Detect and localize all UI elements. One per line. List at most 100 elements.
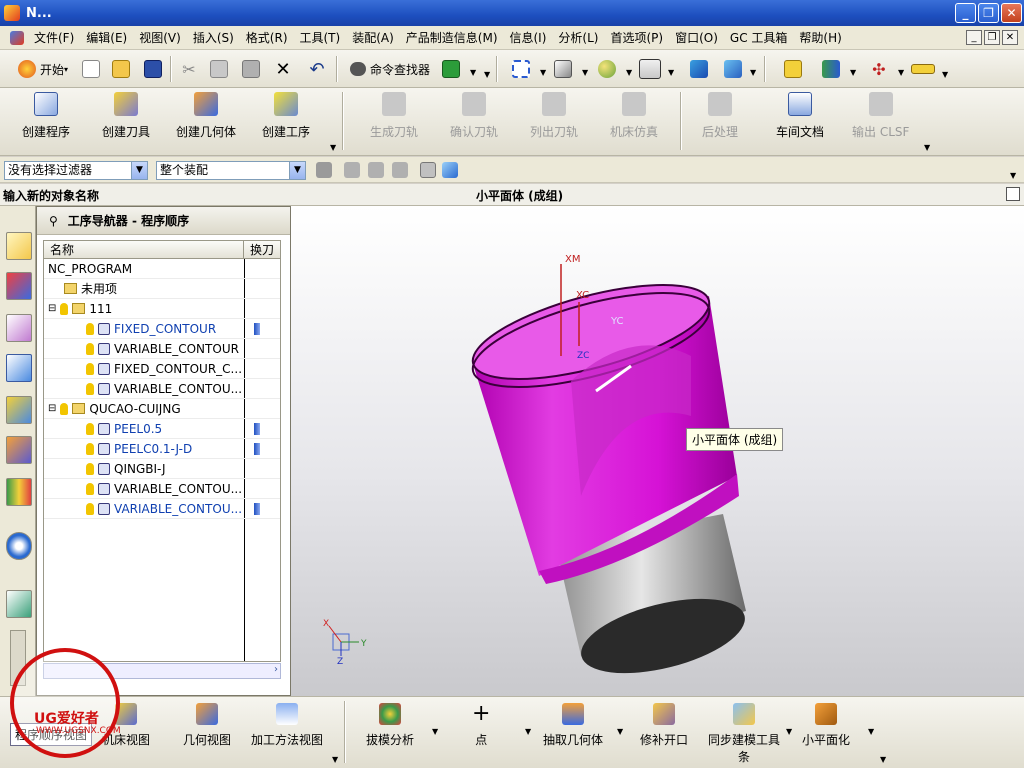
tree-row-operation[interactable]: VARIABLE_CONTOU... xyxy=(44,479,280,499)
tree-row-operation[interactable]: FIXED_CONTOUR_C... xyxy=(44,359,280,379)
tree-row-operation[interactable]: PEELC0.1-J-D xyxy=(44,439,280,459)
assembly-navigator-tab[interactable] xyxy=(6,232,32,260)
chevron-down-icon[interactable]: ▼ xyxy=(668,68,674,77)
chevron-down-icon[interactable]: ▼ xyxy=(898,68,904,77)
point-button[interactable]: + 点 xyxy=(472,703,490,748)
chevron-down-icon[interactable]: ▼ xyxy=(924,143,930,152)
shop-doc-button[interactable]: 车间文档 xyxy=(776,92,824,150)
cut-button[interactable]: ✂ xyxy=(178,57,200,81)
restore-button[interactable]: ❐ xyxy=(978,3,999,23)
background-button[interactable] xyxy=(638,57,662,81)
chevron-down-icon[interactable]: ▼ xyxy=(942,70,948,79)
draft-analysis-button[interactable]: 拔模分析 xyxy=(366,703,414,748)
render-style-button[interactable] xyxy=(552,57,574,81)
undo-button[interactable]: ↶ xyxy=(306,57,328,81)
output-clsf-button[interactable]: 输出 CLSF xyxy=(852,92,909,150)
verify-path-button[interactable]: 确认刀轨 xyxy=(450,92,498,150)
pin-icon[interactable]: ⚲ xyxy=(49,214,58,228)
tree-row-nc-program[interactable]: NC_PROGRAM xyxy=(44,259,280,279)
tree-row-operation[interactable]: VARIABLE_CONTOU... xyxy=(44,499,280,519)
history-tab[interactable] xyxy=(6,478,32,506)
method-view-button[interactable]: 加工方法视图 xyxy=(251,703,323,748)
info-icon[interactable] xyxy=(6,532,32,560)
body-select-icon[interactable] xyxy=(442,162,458,178)
machine-sim-button[interactable]: 机床仿真 xyxy=(610,92,658,150)
tree-row-operation[interactable]: VARIABLE_CONTOU... xyxy=(44,379,280,399)
refresh-button[interactable] xyxy=(440,57,462,81)
menu-window[interactable]: 窗口(O) xyxy=(669,29,724,46)
orient-view-button[interactable] xyxy=(688,57,710,81)
filter-options-icon[interactable] xyxy=(316,162,332,178)
chevron-down-icon[interactable]: ▼ xyxy=(332,755,338,764)
chevron-down-icon[interactable]: ▼ xyxy=(330,143,336,152)
chevron-down-icon[interactable]: ▼ xyxy=(880,755,886,764)
fit-view-button[interactable] xyxy=(510,57,532,81)
doc-minimize-button[interactable]: _ xyxy=(966,30,982,45)
copy-button[interactable] xyxy=(208,57,230,81)
create-program-button[interactable]: 创建程序 xyxy=(22,92,70,150)
paste-button[interactable] xyxy=(240,57,262,81)
snap-end-icon[interactable] xyxy=(368,162,384,178)
part-navigator-tab[interactable] xyxy=(6,314,32,342)
tree-row-program-group[interactable]: ⊟ QUCAO-CUIJNG xyxy=(44,399,280,419)
tree-row-operation[interactable]: QINGBI-J xyxy=(44,459,280,479)
column-header-tool-change[interactable]: 换刀 xyxy=(244,241,280,258)
menu-format[interactable]: 格式(R) xyxy=(240,29,294,46)
new-button[interactable] xyxy=(80,57,102,81)
create-operation-button[interactable]: 创建工序 xyxy=(262,92,310,150)
doc-close-button[interactable]: ✕ xyxy=(1002,30,1018,45)
start-button[interactable]: 开始 ▾ xyxy=(8,57,78,81)
chevron-down-icon[interactable]: ▼ xyxy=(540,68,546,77)
tree-row-operation[interactable]: FIXED_CONTOUR xyxy=(44,319,280,339)
chevron-down-icon[interactable]: ▼ xyxy=(626,68,632,77)
menu-tools[interactable]: 工具(T) xyxy=(294,29,347,46)
extract-geometry-button[interactable]: 抽取几何体 xyxy=(543,703,603,748)
scroll-right-icon[interactable]: › xyxy=(274,664,278,675)
chevron-down-icon[interactable]: ▼ xyxy=(617,727,623,736)
save-button[interactable] xyxy=(142,57,164,81)
collapse-icon[interactable]: ⊟ xyxy=(48,403,56,414)
generate-path-button[interactable]: 生成刀轨 xyxy=(370,92,418,150)
collapse-icon[interactable]: ⊟ xyxy=(48,303,56,314)
reuse-library-tab[interactable] xyxy=(6,436,32,464)
create-tool-button[interactable]: 创建刀具 xyxy=(102,92,150,150)
menu-help[interactable]: 帮助(H) xyxy=(793,29,847,46)
component-select-icon[interactable] xyxy=(420,162,436,178)
chevron-down-icon[interactable]: ▼ xyxy=(484,70,490,79)
chevron-down-icon[interactable]: ▼ xyxy=(470,68,476,77)
chevron-down-icon[interactable]: ▼ xyxy=(525,727,531,736)
list-path-button[interactable]: 列出刀轨 xyxy=(530,92,578,150)
minimize-button[interactable]: _ xyxy=(955,3,976,23)
menu-edit[interactable]: 编辑(E) xyxy=(80,29,133,46)
model-canvas[interactable]: XM XC YC ZC X Y Z xyxy=(291,206,1024,696)
menu-file[interactable]: 文件(F) xyxy=(28,29,80,46)
clip-view-button[interactable] xyxy=(722,57,744,81)
tree-row-unused[interactable]: 未用项 xyxy=(44,279,280,299)
selection-tool-button[interactable] xyxy=(782,57,804,81)
chevron-down-icon[interactable]: ▼ xyxy=(432,727,438,736)
tree-row-program-group[interactable]: ⊟ 111 xyxy=(44,299,280,319)
delete-button[interactable]: ✕ xyxy=(272,57,294,81)
wcs-button[interactable]: ✣ xyxy=(866,57,892,81)
menu-assembly[interactable]: 装配(A) xyxy=(346,29,400,46)
shading-button[interactable] xyxy=(596,57,618,81)
column-header-name[interactable]: 名称 xyxy=(44,241,244,258)
close-button[interactable]: ✕ xyxy=(1001,3,1022,23)
chevron-down-icon[interactable]: ▼ xyxy=(131,162,147,179)
tree-row-operation[interactable]: PEEL0.5 xyxy=(44,419,280,439)
patch-opening-button[interactable]: 修补开口 xyxy=(640,703,688,748)
postprocess-button[interactable]: 后处理 xyxy=(702,92,738,150)
menu-information[interactable]: 信息(I) xyxy=(504,29,553,46)
menu-gc-toolbox[interactable]: GC 工具箱 xyxy=(724,29,794,46)
maximize-view-icon[interactable] xyxy=(1006,187,1020,201)
chevron-down-icon[interactable]: ▼ xyxy=(786,727,792,736)
selection-filter-select[interactable]: 没有选择过滤器 ▼ xyxy=(4,161,148,180)
machine-tool-tab[interactable] xyxy=(6,396,32,424)
small-facet-button[interactable]: 小平面化 xyxy=(802,703,850,748)
chevron-down-icon[interactable]: ▼ xyxy=(868,727,874,736)
command-finder-button[interactable]: 命令查找器 xyxy=(344,57,436,81)
menu-pmi[interactable]: 产品制造信息(M) xyxy=(400,29,504,46)
chevron-down-icon[interactable]: ▼ xyxy=(1010,171,1016,180)
constraint-navigator-tab[interactable] xyxy=(6,272,32,300)
operation-navigator-tab[interactable] xyxy=(6,354,32,382)
